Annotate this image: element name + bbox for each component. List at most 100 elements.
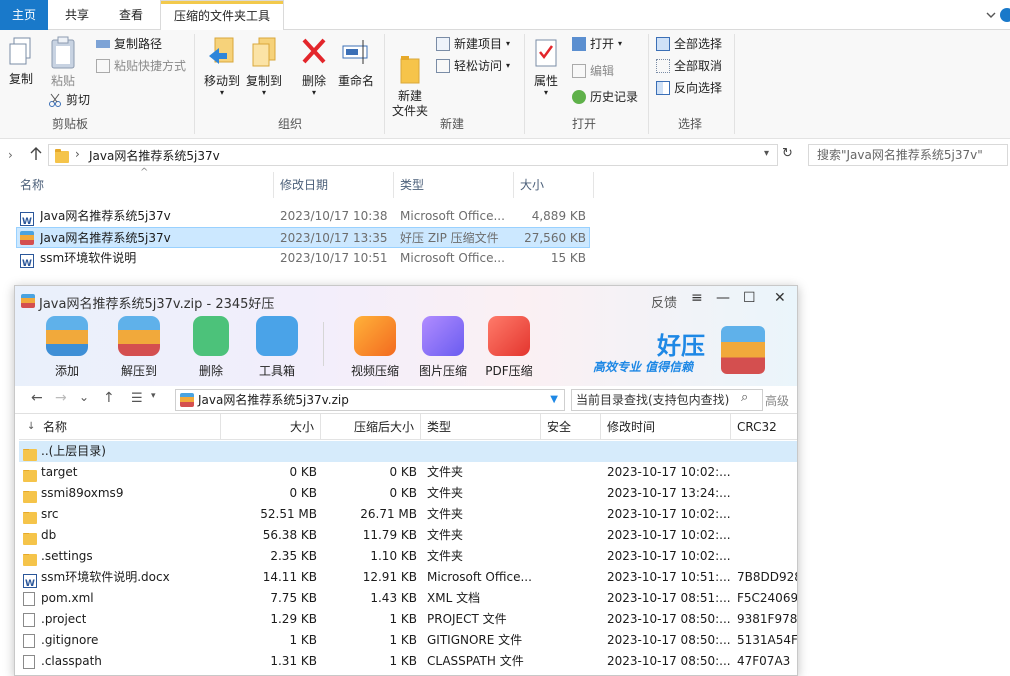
archive-row[interactable]: ssmi89oxms9 0 KB 0 KB 文件夹 2023-10-17 13:24:.… (19, 483, 797, 504)
toolbox-button[interactable]: 工具箱 (245, 316, 309, 379)
minimize-icon[interactable]: — (716, 290, 730, 306)
archive-row[interactable]: db 56.38 KB 11.79 KB 文件夹 2023-10-17 10:02:..… (19, 525, 797, 546)
refresh-icon[interactable]: ↻ (782, 146, 798, 162)
archive-row[interactable]: .project 1.29 KB 1 KB PROJECT 文件 2023-10-17 … (19, 609, 797, 630)
entry-modified: 2023-10-17 08:50:... (607, 612, 731, 626)
haozip-nav-bar: ← → ⌄ ↑ ☰ ▾ Java网名推荐系统5j37v.zip ▼ 当前目录查找… (15, 386, 797, 414)
zip-column-size[interactable]: 大小 (221, 414, 321, 440)
archive-search-input[interactable]: 当前目录查找(支持包内查找) (571, 389, 763, 411)
breadcrumb-current[interactable]: Java网名推荐系统5j37v (89, 147, 220, 164)
search-icon[interactable]: ⌕ (741, 390, 748, 405)
copy-to-button[interactable]: 复制到 ▾ (242, 36, 286, 97)
zip-icon (180, 393, 194, 407)
up-arrow-icon[interactable]: ↑ (103, 390, 115, 406)
word-icon (20, 254, 34, 268)
zip-column-packed[interactable]: 压缩后大小 (321, 414, 421, 440)
delete-button[interactable]: 删除 ▾ (296, 36, 332, 97)
file-row[interactable]: Java网名推荐系统5j37v 2023/10/17 10:38 Microso… (16, 206, 590, 227)
tab-share[interactable]: 共享 (52, 0, 102, 30)
advanced-search-button[interactable]: 高级 (765, 392, 789, 409)
help-icon[interactable] (1000, 8, 1010, 22)
tab-compressed-folder-tools[interactable]: 压缩的文件夹工具 (160, 0, 284, 30)
new-group-label: 新建 (439, 117, 464, 131)
chevron-down-icon[interactable] (984, 8, 998, 22)
ribbon-separator (648, 34, 649, 134)
copy-button[interactable]: 复制 (2, 36, 40, 87)
rename-button[interactable]: 重命名 (336, 36, 376, 89)
ribbon-separator (524, 34, 525, 134)
zip-column-name[interactable]: ↓ 名称 (19, 414, 221, 440)
close-icon[interactable]: ✕ (774, 290, 786, 306)
forward-arrow-icon[interactable]: → (55, 390, 67, 406)
archive-row[interactable]: target 0 KB 0 KB 文件夹 2023-10-17 10:02:... (19, 462, 797, 483)
history-dropdown-icon[interactable]: ⌄ (79, 390, 89, 404)
view-mode-icon[interactable]: ☰ (131, 391, 143, 406)
file-row-selected[interactable]: Java网名推荐系统5j37v 2023/10/17 13:35 好压 ZIP … (16, 227, 590, 248)
path-dropdown-icon[interactable]: ▼ (550, 390, 558, 410)
open-button[interactable]: 打开 ▾ (572, 35, 622, 53)
parent-directory-row[interactable]: ..(上层目录) (19, 441, 797, 462)
move-to-label: 移动到 (203, 74, 240, 88)
zip-column-security[interactable]: 安全 (541, 414, 601, 440)
tab-view[interactable]: 查看 (106, 0, 156, 30)
maximize-icon[interactable]: ☐ (743, 290, 756, 306)
feedback-button[interactable]: 反馈 (651, 292, 677, 311)
search-input[interactable]: 搜索"Java网名推荐系统5j37v" (808, 144, 1008, 166)
easy-access-button[interactable]: 轻松访问 ▾ (436, 57, 510, 75)
extract-to-button[interactable]: 解压到 (107, 316, 171, 379)
edit-button[interactable]: 编辑 (572, 62, 614, 80)
zip-icon (20, 231, 34, 245)
new-item-button[interactable]: 新建项目 ▾ (436, 35, 510, 53)
archive-row[interactable]: ssm环境软件说明.docx 14.11 KB 12.91 KB Microsoft … (19, 567, 797, 588)
properties-button[interactable]: 属性 ▾ (528, 36, 564, 97)
column-header-size[interactable]: 大小 (514, 172, 594, 198)
copy-path-button[interactable]: 复制路径 (96, 35, 162, 53)
clipboard-group-label: 剪贴板 (51, 117, 88, 131)
video-compress-button[interactable]: 视频压缩 (343, 316, 407, 379)
history-button[interactable]: 历史记录 (572, 88, 638, 106)
address-field[interactable]: › Java网名推荐系统5j37v (48, 144, 778, 166)
properties-label: 属性 (533, 74, 558, 88)
entry-name: target (41, 465, 78, 479)
entry-type: XML 文档 (427, 591, 481, 605)
cut-button[interactable]: 剪切 (48, 91, 90, 109)
archive-row[interactable]: .classpath 1.31 KB 1 KB CLASSPATH 文件 2023-10… (19, 651, 797, 672)
menu-icon[interactable]: ≡ (691, 290, 703, 306)
delete-label: 删除 (301, 74, 326, 88)
select-all-button[interactable]: 全部选择 (656, 35, 722, 53)
select-none-button[interactable]: 全部取消 (656, 57, 722, 75)
file-type: Microsoft Office... (400, 251, 505, 265)
paste-button[interactable]: 粘贴 (44, 36, 82, 89)
add-button[interactable]: 添加 (35, 316, 99, 379)
invert-selection-button[interactable]: 反向选择 (656, 79, 722, 97)
column-header-date[interactable]: 修改日期 (274, 172, 394, 198)
open-icon (572, 37, 586, 51)
move-to-button[interactable]: 移动到 ▾ (200, 36, 244, 97)
file-row[interactable]: ssm环境软件说明 2023/10/17 10:51 Microsoft Off… (16, 248, 590, 269)
paste-shortcut-button[interactable]: 粘贴快捷方式 (96, 57, 186, 75)
pdf-compress-button[interactable]: PDF压缩 (477, 316, 541, 379)
column-header-type[interactable]: 类型 (394, 172, 514, 198)
zip-column-type[interactable]: 类型 (421, 414, 541, 440)
column-header-name[interactable]: 名称 (14, 172, 274, 198)
archive-row[interactable]: .settings 2.35 KB 1.10 KB 文件夹 2023-10-17 10:… (19, 546, 797, 567)
zip-column-modified[interactable]: 修改时间 (601, 414, 731, 440)
image-compress-button[interactable]: 图片压缩 (411, 316, 475, 379)
entry-crc: 5131A54F (737, 633, 798, 647)
recent-locations-icon[interactable]: › (8, 148, 13, 162)
tab-home[interactable]: 主页 (0, 0, 48, 30)
view-mode-dropdown-icon[interactable]: ▾ (151, 391, 156, 401)
entry-packed-size: 1 KB (389, 633, 417, 647)
zip-column-crc[interactable]: CRC32 (731, 414, 797, 440)
up-arrow-icon[interactable] (28, 146, 44, 162)
archive-row[interactable]: src 52.51 MB 26.71 MB 文件夹 2023-10-17 10:02:.… (19, 504, 797, 525)
folder-icon (23, 533, 37, 545)
archive-row[interactable]: pom.xml 7.75 KB 1.43 KB XML 文档 2023-10-17 08… (19, 588, 797, 609)
archive-path-field[interactable]: Java网名推荐系统5j37v.zip ▼ (175, 389, 565, 411)
word-icon (23, 574, 37, 588)
file-type: Microsoft Office... (400, 209, 505, 223)
back-arrow-icon[interactable]: ← (31, 390, 43, 406)
archive-row[interactable]: .gitignore 1 KB 1 KB GITIGNORE 文件 2023-10-17… (19, 630, 798, 651)
zip-delete-button[interactable]: 删除 (179, 316, 243, 379)
address-dropdown-icon[interactable]: ▾ (764, 148, 769, 159)
